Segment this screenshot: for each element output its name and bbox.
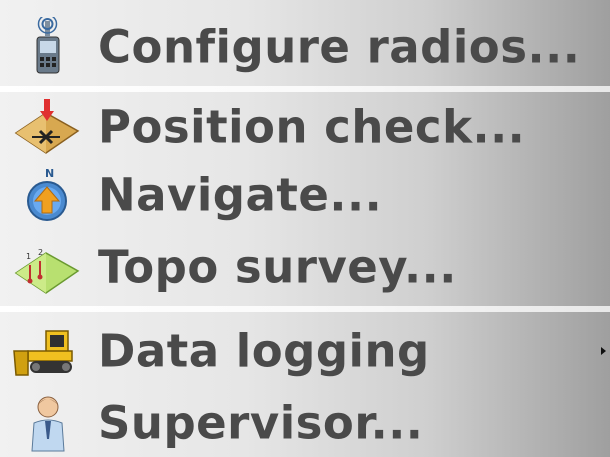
menu-separator: [0, 306, 610, 312]
svg-text:N: N: [45, 167, 54, 180]
menu-item-position-check[interactable]: Position check...: [0, 94, 610, 160]
menu-item-data-logging[interactable]: Data logging: [0, 318, 610, 384]
position-check-icon: [12, 97, 82, 157]
menu-item-configure-radios[interactable]: Configure radios...: [0, 14, 610, 80]
menu-item-label: Configure radios...: [98, 20, 581, 74]
menu-item-label: Navigate...: [98, 168, 383, 222]
navigate-icon: N: [12, 165, 82, 225]
bulldozer-icon: [12, 321, 82, 381]
menu-item-label: Supervisor...: [98, 396, 424, 450]
submenu-arrow-icon: [601, 347, 606, 355]
svg-text:1: 1: [26, 252, 31, 261]
radio-icon: [12, 17, 82, 77]
menu-item-label: Topo survey...: [98, 240, 457, 294]
menu-item-navigate[interactable]: N Navigate...: [0, 162, 610, 228]
supervisor-icon: [12, 393, 82, 453]
svg-text:2: 2: [38, 248, 43, 257]
menu-item-topo-survey[interactable]: 1 2 Topo survey...: [0, 234, 610, 300]
menu-item-supervisor[interactable]: Supervisor...: [0, 390, 610, 456]
menu-separator: [0, 86, 610, 92]
topo-survey-icon: 1 2: [12, 237, 82, 297]
menu-item-label: Position check...: [98, 100, 526, 154]
menu-item-label: Data logging: [98, 324, 430, 378]
context-menu: Configure radios... Position check... N …: [0, 0, 610, 457]
